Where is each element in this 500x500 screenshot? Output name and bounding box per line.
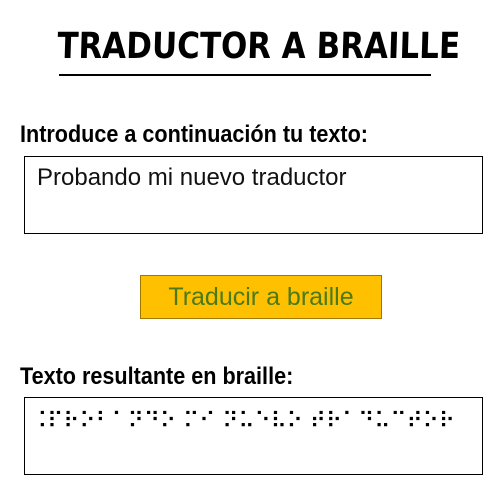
input-label: Introduce a continuación tu texto: <box>20 121 369 148</box>
output-label: Texto resultante en braille: <box>20 363 294 390</box>
title-underline <box>59 74 431 76</box>
page-title: TRADUCTOR A BRAILLE <box>56 26 461 67</box>
braille-output-field: ⠨⠏⠗⠕⠃⠁⠝⠙⠕ ⠍⠊ ⠝⠥⠑⠧⠕ ⠞⠗⠁⠙⠥⠉⠞⠕⠗ <box>24 397 483 475</box>
text-input-field[interactable]: Probando mi nuevo traductor <box>24 156 483 234</box>
braille-translator-page: TRADUCTOR A BRAILLE Introduce a continua… <box>0 0 500 500</box>
translate-button[interactable]: Traducir a braille <box>140 275 382 319</box>
